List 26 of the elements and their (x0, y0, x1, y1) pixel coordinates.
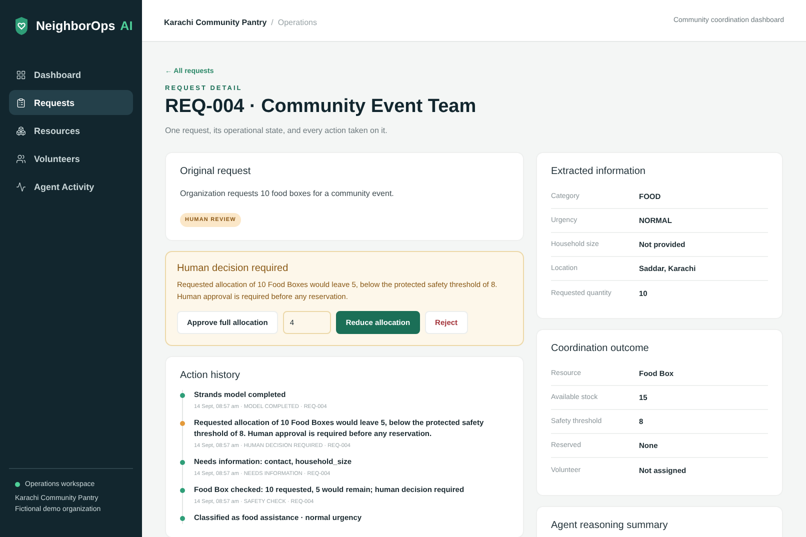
users-icon (16, 154, 26, 164)
nav-item[interactable]: Dashboard (9, 62, 133, 87)
breadcrumb-separator: / (271, 18, 274, 26)
clipboard-icon (16, 98, 26, 108)
pulse-icon (16, 182, 26, 192)
card-title: Agent reasoning summary (551, 520, 669, 531)
nav-item[interactable]: Resources (9, 118, 133, 143)
brand-suffix: AI (120, 19, 133, 33)
grid-icon (16, 70, 26, 80)
boxes-icon (16, 126, 26, 136)
heart-shield-logo-icon (15, 16, 28, 36)
nav-item[interactable]: Volunteers (9, 146, 133, 171)
card-title: Coordination outcome (551, 343, 650, 354)
card-title: Action history (180, 370, 242, 382)
status-dot (15, 482, 20, 487)
card-title: Human decision required (177, 263, 290, 274)
nav-item[interactable]: Requests (9, 90, 133, 115)
page-title: REQ-004 · Community Event Team (165, 96, 478, 118)
brand-name: NeighborOps (36, 19, 116, 33)
card-title: Original request (180, 166, 252, 177)
nav-item[interactable]: Agent Activity (9, 174, 133, 199)
card-title: Extracted information (551, 166, 646, 177)
request-text: Organization requests 10 food boxes for a community event. (180, 189, 395, 198)
breadcrumb-section: Operations (278, 18, 317, 26)
page-subtitle: One request, its operational state, and every action taken on it. (165, 126, 388, 135)
breadcrumb-organization: Karachi Community Pantry (164, 18, 267, 26)
